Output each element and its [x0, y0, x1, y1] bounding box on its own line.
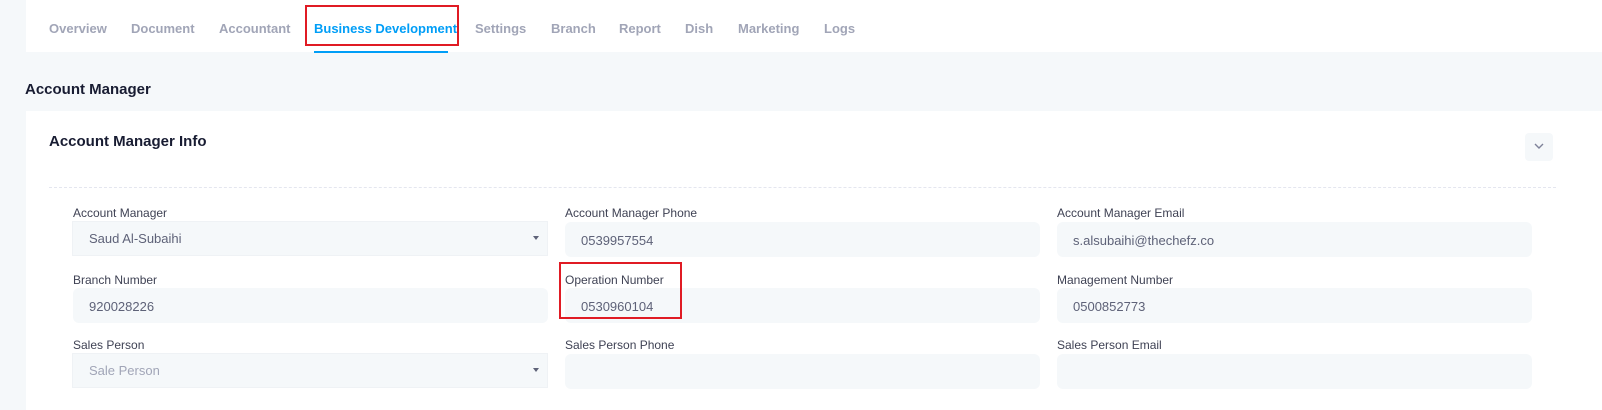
management-number-label: Management Number: [1057, 273, 1174, 287]
account-manager-value: Saud Al-Subaihi: [89, 231, 182, 246]
tab-document[interactable]: Document: [131, 21, 195, 36]
tab-branch[interactable]: Branch: [551, 21, 596, 36]
dropdown-caret-icon: [533, 368, 539, 372]
tab-marketing[interactable]: Marketing: [738, 21, 799, 36]
tab-dish[interactable]: Dish: [685, 21, 713, 36]
management-number-field[interactable]: 0500852773: [1057, 288, 1532, 323]
highlight-box-operation-number: [559, 262, 682, 319]
sales-person-email-field[interactable]: [1057, 354, 1532, 389]
sales-person-placeholder: Sale Person: [89, 363, 160, 378]
collapse-button[interactable]: [1525, 133, 1553, 161]
sales-person-email-label: Sales Person Email: [1057, 338, 1162, 352]
card-divider: [49, 187, 1556, 188]
account-manager-phone-label: Account Manager Phone: [565, 206, 698, 220]
account-manager-email-label: Account Manager Email: [1057, 206, 1185, 220]
tab-overview[interactable]: Overview: [49, 21, 107, 36]
tab-logs[interactable]: Logs: [824, 21, 855, 36]
active-tab-indicator: [314, 51, 448, 53]
sales-person-phone-label: Sales Person Phone: [565, 338, 675, 352]
section-title: Account Manager: [25, 81, 151, 98]
tab-accountant[interactable]: Accountant: [219, 21, 291, 36]
chevron-down-icon: [1534, 143, 1544, 149]
sales-person-label: Sales Person: [73, 338, 145, 352]
account-manager-phone-field[interactable]: 0539957554: [565, 222, 1040, 257]
account-manager-email-field[interactable]: s.alsubaihi@thechefz.co: [1057, 222, 1532, 257]
highlight-box-tab: [305, 5, 459, 46]
account-manager-select[interactable]: Saud Al-Subaihi: [72, 221, 548, 256]
tab-settings[interactable]: Settings: [475, 21, 526, 36]
card-title: Account Manager Info: [49, 133, 207, 150]
sales-person-select[interactable]: Sale Person: [72, 353, 548, 388]
branch-number-field[interactable]: 920028226: [73, 288, 548, 323]
account-manager-label: Account Manager: [73, 206, 168, 220]
dropdown-caret-icon: [533, 236, 539, 240]
tab-report[interactable]: Report: [619, 21, 661, 36]
sales-person-phone-field[interactable]: [565, 354, 1040, 389]
branch-number-label: Branch Number: [73, 273, 158, 287]
